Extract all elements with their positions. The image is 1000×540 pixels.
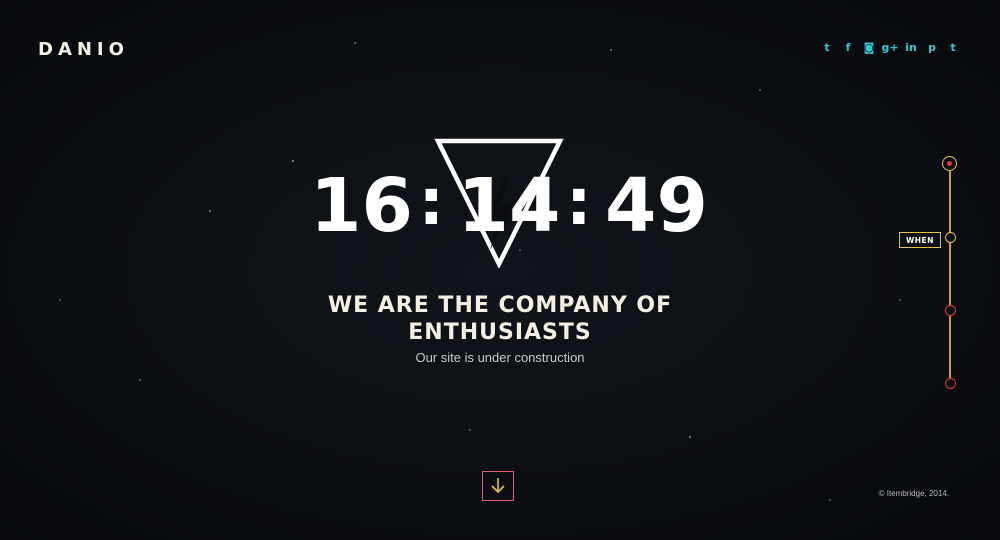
site-logo[interactable]: DANIO: [38, 39, 129, 60]
headline-line-2: ENTHUSIASTS: [408, 320, 592, 345]
timeline-dot-home[interactable]: [942, 156, 957, 171]
countdown-separator: :: [565, 166, 592, 240]
hero-subtitle: Our site is under construction: [415, 350, 585, 365]
timeline-line: [949, 165, 951, 383]
twitter-icon[interactable]: t: [820, 40, 834, 54]
timeline-dot-4[interactable]: [945, 378, 956, 389]
facebook-icon[interactable]: f: [841, 40, 855, 54]
tumblr-icon[interactable]: t: [946, 40, 960, 54]
countdown-seconds: 49: [605, 163, 708, 249]
timeline-dot-when[interactable]: [945, 232, 956, 243]
countdown-hours: 16: [310, 163, 413, 249]
scroll-down-button[interactable]: [482, 471, 514, 501]
arrow-down-icon: [491, 478, 505, 494]
timeline-dot-3[interactable]: [945, 305, 956, 316]
pinterest-icon[interactable]: p: [925, 40, 939, 54]
headline-line-1: WE ARE THE COMPANY OF: [327, 293, 673, 318]
copyright-text: © Itembridge, 2014.: [878, 489, 949, 498]
instagram-icon[interactable]: ◙: [862, 40, 876, 54]
countdown-separator: :: [418, 166, 445, 240]
section-timeline: [942, 155, 957, 390]
linkedin-icon[interactable]: in: [904, 40, 918, 54]
timeline-label-when[interactable]: WHEN: [899, 232, 941, 248]
countdown-timer: 16 : 14 : 49: [310, 163, 708, 249]
hero-headline: WE ARE THE COMPANY OF ENTHUSIASTS: [0, 292, 1000, 346]
countdown-minutes: 14: [457, 163, 561, 249]
google-plus-icon[interactable]: g+: [881, 40, 898, 54]
social-links: t f ◙ g+ in p t: [820, 40, 960, 54]
